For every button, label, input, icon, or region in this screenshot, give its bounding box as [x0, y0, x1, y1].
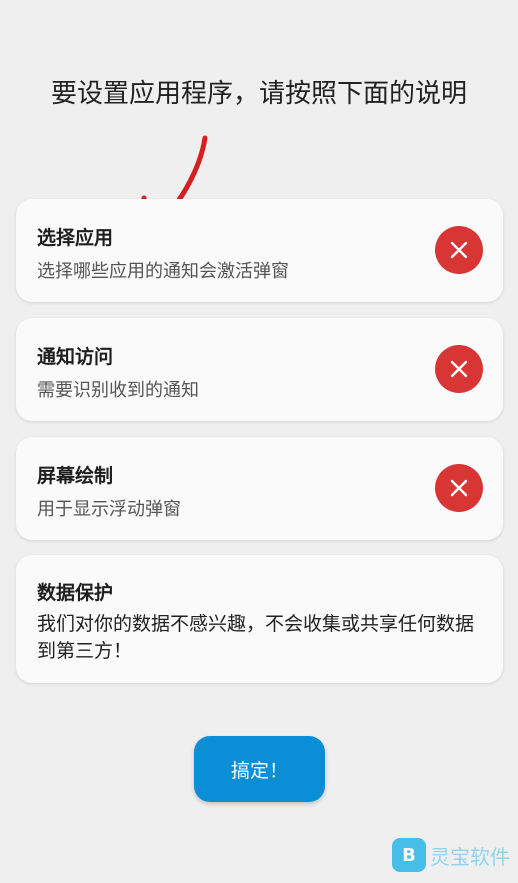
card-description: 用于显示浮动弹窗: [37, 499, 181, 520]
card-title: 数据保护: [37, 582, 114, 604]
card-description: 需要识别收到的通知: [37, 380, 199, 401]
status-button[interactable]: [435, 464, 483, 512]
watermark-logo-icon: B: [392, 838, 426, 872]
card-title: 通知访问: [37, 346, 114, 368]
card-description: 我们对你的数据不感兴趣，不会收集或共享任何数据到第三方！: [37, 613, 475, 662]
status-button[interactable]: [435, 226, 483, 274]
watermark: B 灵宝软件: [392, 838, 510, 872]
close-icon: [450, 241, 468, 259]
card-title: 选择应用: [37, 227, 114, 249]
watermark-text: 灵宝软件: [430, 844, 510, 869]
close-icon: [450, 479, 468, 497]
page-title: 要设置应用程序，请按照下面的说明: [50, 79, 467, 109]
card-screen-overlay[interactable]: 屏幕绘制 用于显示浮动弹窗: [16, 437, 503, 540]
card-data-protection: 数据保护 我们对你的数据不感兴趣，不会收集或共享任何数据到第三方！: [16, 555, 503, 683]
card-title: 屏幕绘制: [37, 465, 114, 487]
close-icon: [450, 360, 468, 378]
done-button[interactable]: 搞定！: [194, 736, 325, 802]
status-button[interactable]: [435, 345, 483, 393]
card-notification-access[interactable]: 通知访问 需要识别收到的通知: [16, 318, 503, 421]
card-description: 选择哪些应用的通知会激活弹窗: [37, 261, 289, 282]
card-select-apps[interactable]: 选择应用 选择哪些应用的通知会激活弹窗: [16, 199, 503, 302]
